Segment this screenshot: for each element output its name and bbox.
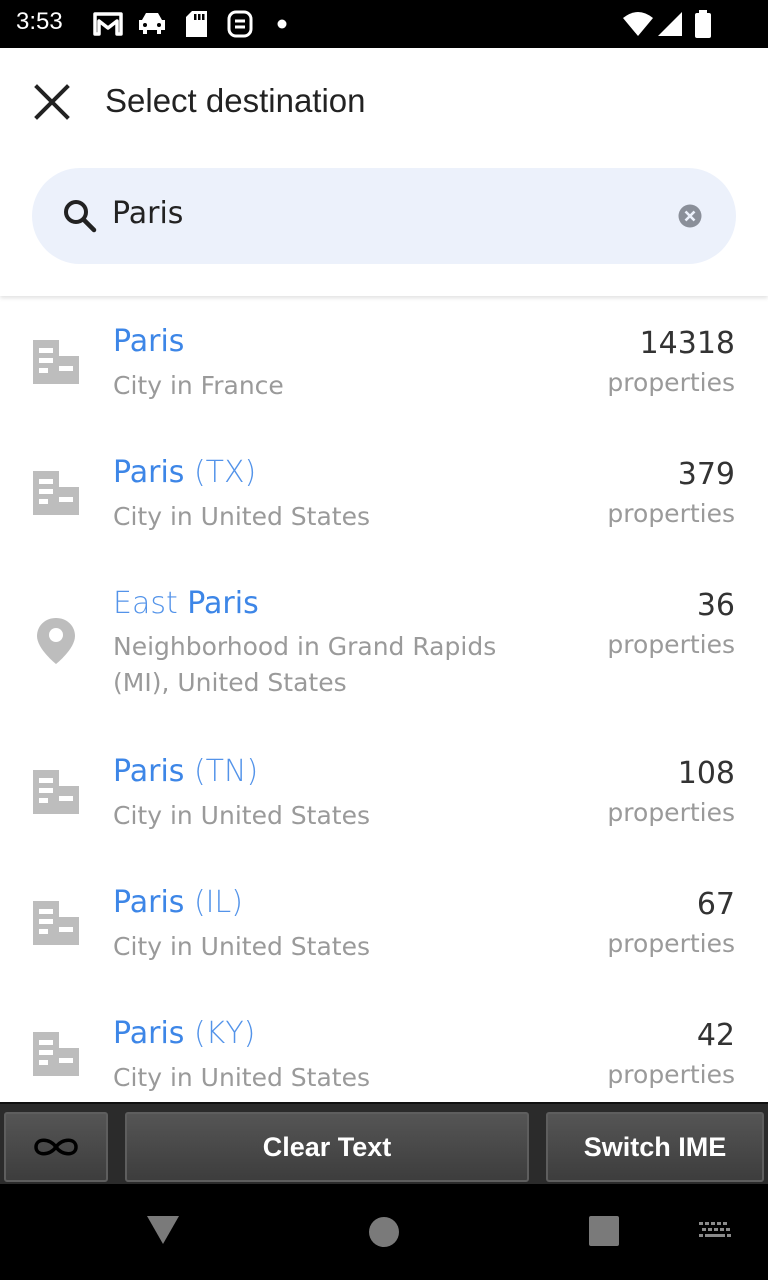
result-subtitle: Neighborhood in Grand Rapids (MI), Unite… [113, 632, 497, 697]
navigation-bar [0, 1184, 768, 1280]
search-box[interactable] [32, 168, 736, 264]
result-count: 36 [696, 588, 735, 623]
building-icon [33, 1032, 79, 1076]
list-item[interactable]: Paris (KY) City in United States 42 prop… [0, 988, 768, 1102]
result-name-suffix: (TX) [184, 455, 257, 490]
result-count: 108 [677, 756, 735, 791]
ime-toolbar: Clear Text Switch IME [0, 1102, 768, 1186]
result-count: 379 [677, 457, 735, 492]
list-item[interactable]: Paris City in France 14318 properties [0, 296, 768, 427]
page-title: Select destination [105, 82, 366, 119]
clear-text-button[interactable]: Clear Text [125, 1112, 529, 1182]
result-name-prefix: East [113, 586, 188, 621]
list-item[interactable]: East Paris Neighborhood in Grand Rapids … [0, 558, 768, 726]
result-count: 67 [696, 887, 735, 922]
back-triangle-icon[interactable] [146, 1214, 180, 1246]
result-name-suffix: (TN) [184, 754, 259, 789]
signal-icon [658, 12, 682, 36]
result-count-label: properties [607, 499, 735, 528]
result-count-label: properties [607, 1060, 735, 1089]
infinity-button[interactable] [4, 1112, 108, 1182]
result-subtitle: City in France [113, 371, 284, 400]
building-icon [33, 340, 79, 384]
wifi-icon [623, 12, 653, 36]
result-name-main: Paris [113, 324, 185, 359]
keyboard-icon[interactable] [699, 1222, 731, 1242]
status-right-icons [622, 10, 714, 38]
header: Select destination [0, 48, 768, 296]
building-icon [33, 770, 79, 814]
result-name: Paris (TN) [113, 754, 258, 789]
building-icon [33, 471, 79, 515]
result-name: East Paris [113, 586, 259, 621]
result-name-main: Paris [113, 885, 185, 920]
result-count-label: properties [607, 368, 735, 397]
status-time: 3:53 [16, 8, 63, 35]
results-list: Paris City in France 14318 properties Pa… [0, 296, 768, 1102]
result-name-suffix: (IL) [184, 885, 243, 920]
status-bar: 3:53 [0, 0, 768, 48]
result-subtitle: City in United States [113, 932, 370, 961]
result-name-suffix: (KY) [184, 1016, 256, 1051]
dot-icon [277, 19, 287, 29]
gmail-icon [93, 12, 123, 36]
list-item[interactable]: Paris (TX) City in United States 379 pro… [0, 427, 768, 558]
close-icon [34, 84, 70, 120]
battery-icon [695, 10, 711, 38]
search-icon [64, 200, 97, 233]
result-count: 14318 [639, 326, 735, 361]
result-name: Paris [113, 324, 184, 359]
result-subtitle: City in United States [113, 801, 370, 830]
sd-card-icon [186, 11, 207, 37]
switch-ime-button[interactable]: Switch IME [546, 1112, 764, 1182]
result-name-main: Paris [187, 586, 259, 621]
result-subtitle: City in United States [113, 502, 370, 531]
result-count-label: properties [607, 929, 735, 958]
building-icon [33, 901, 79, 945]
list-item[interactable]: Paris (TN) City in United States 108 pro… [0, 726, 768, 857]
location-pin-icon [37, 618, 75, 664]
search-input[interactable] [112, 196, 652, 231]
result-name: Paris (TX) [113, 455, 256, 490]
result-name: Paris (IL) [113, 885, 243, 920]
infinity-icon [34, 1138, 78, 1156]
result-count-label: properties [607, 798, 735, 827]
car-icon [139, 13, 165, 34]
result-name-main: Paris [113, 455, 185, 490]
home-circle-icon[interactable] [368, 1216, 400, 1248]
clear-circle-icon[interactable] [678, 204, 702, 228]
close-button[interactable] [28, 78, 76, 126]
list-item[interactable]: Paris (IL) City in United States 67 prop… [0, 857, 768, 988]
result-count-label: properties [607, 630, 735, 659]
result-name-main: Paris [113, 1016, 185, 1051]
result-subtitle: City in United States [113, 1063, 370, 1092]
result-name-main: Paris [113, 754, 185, 789]
sync-icon [227, 10, 253, 38]
result-count: 42 [696, 1018, 735, 1053]
recents-square-icon[interactable] [589, 1216, 619, 1246]
result-name: Paris (KY) [113, 1016, 255, 1051]
